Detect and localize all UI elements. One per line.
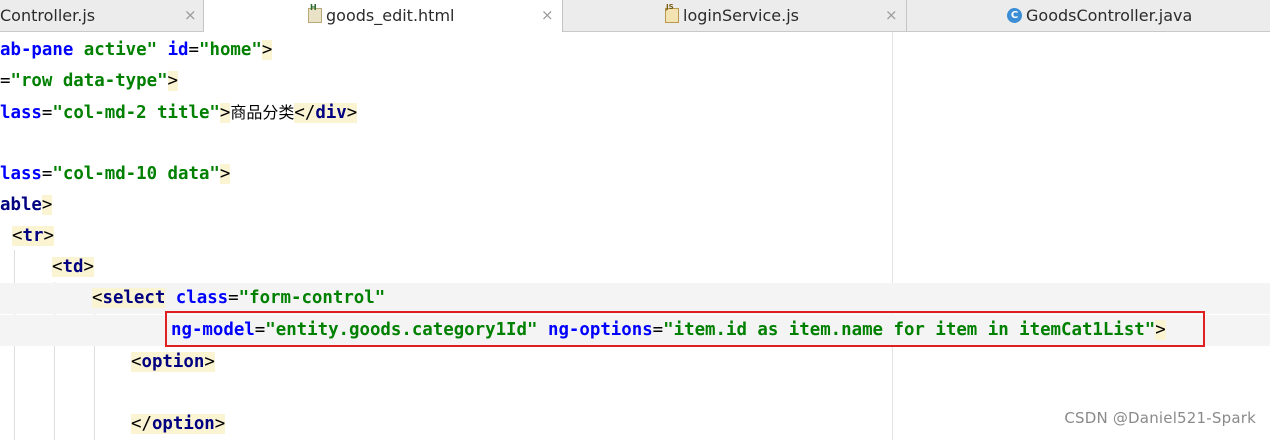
tab-controller-js[interactable]: Controller.js × (0, 0, 204, 31)
code-line: ="row data-type"> (0, 71, 179, 91)
code-line: lass="col-md-2 title">商品分类</div> (0, 103, 358, 123)
html-file-icon (308, 0, 322, 23)
code-line-current: <select class="form-control" (0, 283, 1270, 314)
code-line: lass="col-md-10 data"> (0, 164, 231, 184)
tab-goods-edit-html[interactable]: goods_edit.html × (204, 0, 563, 32)
close-tab-icon[interactable]: × (541, 0, 554, 31)
tab-goods-controller-java[interactable]: C GoodsController.java (907, 0, 1270, 31)
watermark: CSDN @Daniel521-Spark (1064, 409, 1256, 427)
tab-login-service-js[interactable]: loginService.js × (563, 0, 907, 31)
tab-label: loginService.js (683, 6, 799, 25)
right-margin-guide (892, 32, 893, 440)
code-line: <td> (52, 257, 94, 277)
editor-tab-bar: Controller.js × goods_edit.html × loginS… (0, 0, 1270, 32)
close-tab-icon[interactable]: × (885, 0, 898, 31)
code-line: <option> (131, 352, 215, 372)
close-tab-icon[interactable]: × (184, 0, 197, 31)
code-editor[interactable]: ab-pane active" id="home"> ="row data-ty… (0, 32, 1270, 440)
tab-label: goods_edit.html (326, 6, 455, 25)
tab-label: Controller.js (0, 6, 96, 25)
code-line: ab-pane active" id="home"> (0, 40, 273, 60)
tab-label: GoodsController.java (1026, 6, 1193, 25)
code-line: <tr> (12, 226, 54, 246)
java-class-icon: C (1007, 8, 1022, 23)
js-file-icon (665, 0, 679, 23)
highlight-annotation-box (165, 311, 1205, 347)
code-line: able> (0, 195, 53, 215)
code-line: </option> (131, 414, 226, 434)
